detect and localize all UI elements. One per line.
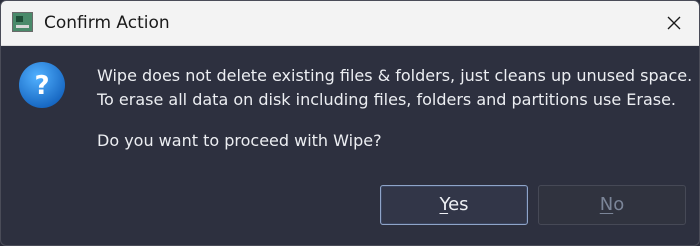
app-icon-pane [16, 16, 23, 22]
title-bar: Confirm Action [1, 1, 699, 46]
message-text: Wipe does not delete existing files & fo… [97, 64, 697, 112]
no-button[interactable]: No [538, 185, 686, 225]
message-line-2: To erase all data on disk including file… [97, 90, 677, 109]
yes-label-rest: es [448, 194, 469, 215]
window-title: Confirm Action [44, 13, 170, 33]
no-accelerator: N [599, 194, 614, 215]
yes-button[interactable]: Yes [380, 185, 528, 225]
close-icon [667, 16, 681, 30]
no-label-rest: o [613, 194, 625, 215]
confirmation-prompt: Do you want to proceed with Wipe? [97, 131, 382, 150]
yes-accelerator: Y [439, 194, 449, 215]
message-line-1: Wipe does not delete existing files & fo… [97, 66, 693, 85]
confirm-action-dialog: Confirm Action ? Wipe does not delete ex… [0, 0, 700, 246]
svg-text:?: ? [34, 71, 49, 101]
close-button[interactable] [649, 1, 699, 45]
question-icon: ? [19, 62, 65, 108]
app-icon-bar [16, 25, 29, 28]
app-window-icon [12, 12, 33, 32]
